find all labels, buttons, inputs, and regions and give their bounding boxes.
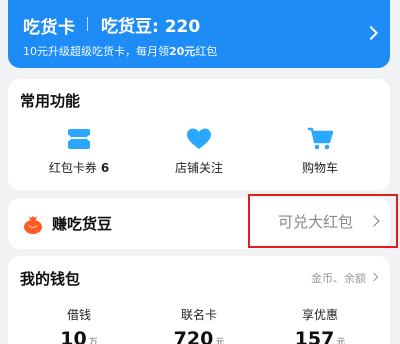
coupons-count: 6: [100, 161, 110, 175]
coupons-label: 红包卡券: [48, 161, 97, 175]
card-title: 吃货卡: [23, 18, 76, 38]
wallet-more-link[interactable]: 金币、余额: [311, 270, 366, 286]
func-label: 红包卡券 6: [24, 159, 134, 176]
redeem-red-packet-link[interactable]: 可兑大红包: [248, 194, 398, 248]
beans-balance: 吃货豆: 220: [101, 17, 201, 37]
func-label: 店铺关注: [174, 161, 223, 175]
upgrade-promo-suffix: 红包: [195, 45, 218, 58]
func-label: 购物车: [301, 161, 338, 175]
ticket-icon: [68, 129, 90, 149]
banner-divider: [87, 17, 88, 31]
loan-unit: 万: [88, 338, 98, 344]
loan-amount: 10: [60, 328, 87, 344]
wallet-item-label: 借钱: [66, 308, 91, 322]
earn-beans-card[interactable]: 赚吃货豆 可兑大红包: [8, 194, 398, 249]
cobrand-amount: 720: [173, 328, 214, 344]
upgrade-promo: 10元升级超级吃货卡，每月领20元红包: [23, 43, 217, 59]
wallet-item-value: 720 元: [144, 328, 254, 344]
chevron-right-icon: [363, 25, 379, 41]
money-bag-icon: [24, 216, 42, 234]
common-functions-card: 常用功能 红包卡券 6 店铺关注 购物车: [8, 79, 390, 190]
func-item-cart[interactable]: 购物车: [265, 126, 375, 176]
earn-beans-label: 赚吃货豆: [52, 215, 113, 233]
wallet-item-discounts[interactable]: 享优惠 157 元: [265, 306, 375, 344]
chevron-right-icon: [369, 272, 379, 282]
page: 吃货卡 吃货豆: 220 10元升级超级吃货卡，每月领20元红包 常用功能 红包…: [0, 0, 400, 344]
upgrade-promo-amount: 20元: [169, 45, 196, 58]
wallet-item-label: 联名卡: [180, 308, 217, 322]
membership-card-banner[interactable]: 吃货卡 吃货豆: 220 10元升级超级吃货卡，每月领20元红包: [8, 0, 390, 68]
wallet-item-label: 享优惠: [301, 308, 338, 322]
upgrade-promo-text: 10元升级超级吃货卡，每月领: [23, 45, 169, 58]
chevron-right-icon: [368, 215, 380, 227]
cart-icon: [308, 127, 333, 150]
section-title: 常用功能: [20, 92, 81, 110]
section-title: 我的钱包: [20, 270, 81, 288]
wallet-item-cobrand-card[interactable]: 联名卡 720 元: [144, 306, 254, 344]
redeem-label: 可兑大红包: [278, 213, 354, 231]
discount-amount: 157: [294, 328, 335, 344]
func-item-followed-shops[interactable]: 店铺关注: [144, 126, 254, 176]
wallet-card: 我的钱包 金币、余额 借钱 10 万 联名卡 720 元 享优惠 157 元: [8, 256, 390, 344]
wallet-item-loan[interactable]: 借钱 10 万: [24, 306, 134, 344]
wallet-item-value: 10 万: [24, 328, 134, 344]
heart-icon: [187, 128, 211, 149]
func-item-coupons[interactable]: 红包卡券 6: [24, 126, 134, 176]
wallet-item-value: 157 元: [265, 328, 375, 344]
cobrand-unit: 元: [215, 338, 225, 344]
discount-unit: 元: [336, 338, 346, 344]
